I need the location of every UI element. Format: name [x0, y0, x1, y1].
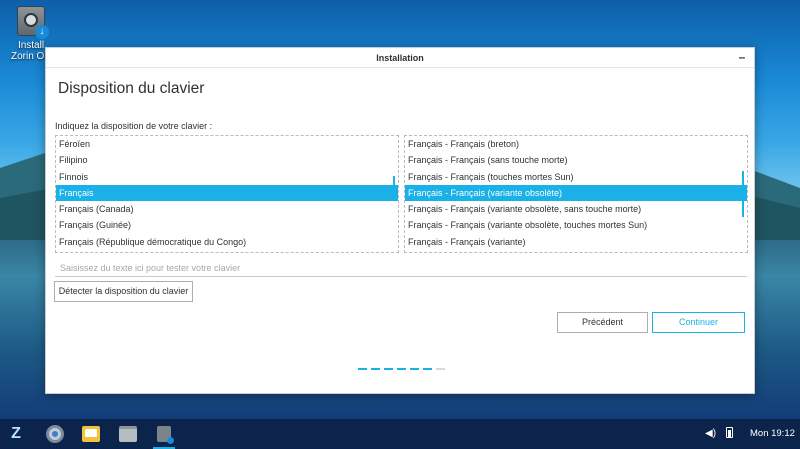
progress-step — [436, 368, 445, 370]
download-icon: ↓ — [35, 25, 49, 39]
instruction-label: Indiquez la disposition de votre clavier… — [55, 121, 213, 131]
taskbar: Z ◀) Mon 19:12 — [0, 419, 800, 449]
install-progress — [358, 368, 448, 371]
minimize-button[interactable]: – — [736, 48, 748, 68]
layout-item[interactable]: Français (Guinée) — [56, 217, 398, 233]
progress-step — [358, 368, 367, 370]
chromium-icon[interactable] — [44, 423, 66, 445]
layout-item[interactable]: Finnois — [56, 169, 398, 185]
continue-button[interactable]: Continuer — [652, 312, 745, 333]
variant-item[interactable]: Français - Français (breton) — [405, 136, 747, 152]
layout-list-scrollbar[interactable] — [393, 176, 395, 192]
progress-step — [384, 368, 393, 370]
layout-item-selected[interactable]: Français — [56, 184, 398, 202]
window-title: Installation — [376, 53, 424, 63]
page-title: Disposition du clavier — [58, 80, 205, 97]
battery-icon[interactable] — [726, 427, 733, 438]
clock[interactable]: Mon 19:12 — [750, 428, 795, 439]
layout-item[interactable]: Féroïen — [56, 136, 398, 152]
back-button[interactable]: Précédent — [557, 312, 648, 333]
progress-step — [423, 368, 432, 370]
variant-item[interactable]: Français - Français (variante) — [405, 234, 747, 250]
installer-icon[interactable] — [153, 423, 175, 449]
layout-item[interactable]: Français (République démocratique du Con… — [56, 234, 398, 250]
variant-item[interactable]: Français - Français (touches mortes Sun) — [405, 169, 747, 185]
installer-window: Installation – Disposition du clavier In… — [45, 47, 755, 394]
variant-item[interactable]: Français - Français (sans touche morte) — [405, 152, 747, 168]
progress-step — [397, 368, 406, 370]
files-icon[interactable] — [117, 423, 139, 445]
keyboard-test-input[interactable] — [55, 260, 747, 277]
volume-icon[interactable]: ◀) — [705, 428, 716, 439]
detect-layout-button[interactable]: Détecter la disposition du clavier — [54, 281, 193, 302]
variant-item-selected[interactable]: Français - Français (variante obsolète) — [405, 184, 747, 202]
variant-item[interactable]: Français - Français (variante obsolète, … — [405, 217, 747, 233]
variant-list-scrollbar[interactable] — [742, 171, 744, 217]
variant-item[interactable]: Français - Français (variante obsolète, … — [405, 201, 747, 217]
drive-icon: ↓ — [17, 6, 49, 39]
layout-item[interactable]: Français (Canada) — [56, 201, 398, 217]
progress-step — [371, 368, 380, 370]
zorin-menu-icon[interactable]: Z — [5, 423, 27, 445]
layout-list[interactable]: Féroïen Filipino Finnois Français França… — [55, 135, 399, 253]
progress-step — [410, 368, 419, 370]
titlebar[interactable]: Installation – — [46, 48, 754, 68]
layout-item[interactable]: Filipino — [56, 152, 398, 168]
variant-list[interactable]: Français - Français (breton) Français - … — [404, 135, 748, 253]
mail-icon[interactable] — [80, 423, 102, 445]
